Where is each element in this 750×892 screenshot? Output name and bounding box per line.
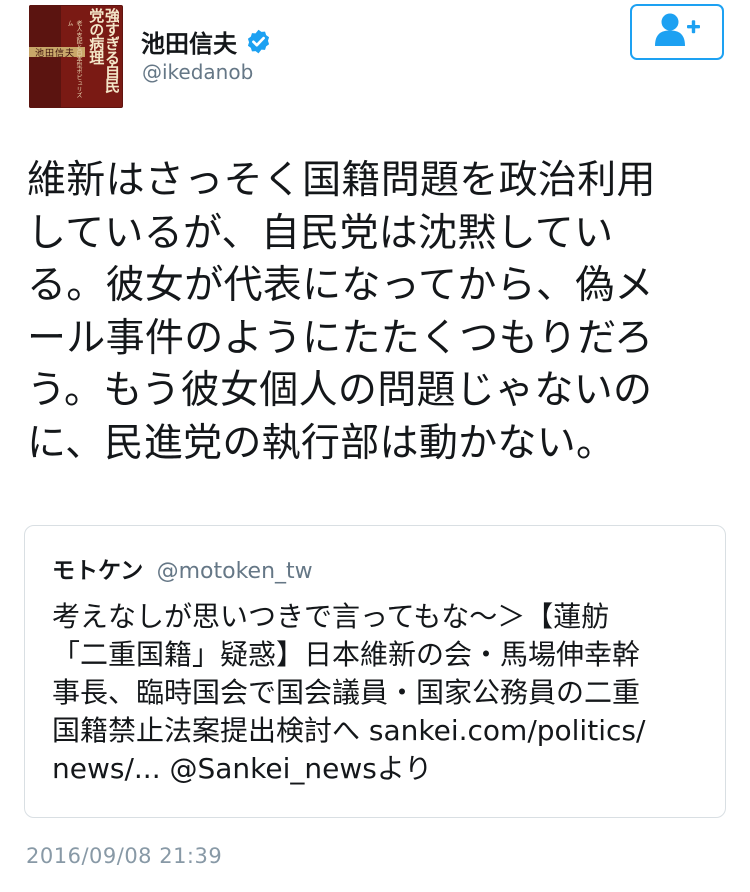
quoted-text-line: 国籍禁止法案提出検討へ sankei.com/politics/ — [52, 714, 646, 747]
quoted-tweet-text: 考えなしが思いつきで言ってもな～＞【蓮舫 「二重国籍」疑惑】日本維新の会・馬場伸… — [52, 598, 712, 788]
avatar-book-title: 強すぎる自民党の病理 — [87, 8, 120, 92]
tweet-text-line: しているが、自民党は沈黙してい — [27, 210, 614, 256]
profile-avatar[interactable]: 池田信夫 老人支配と日本型ポピュリズム 強すぎる自民党の病理 — [29, 5, 123, 108]
follow-button[interactable] — [630, 4, 724, 60]
tweet-text-line: る。彼女が代表になってから、偽メ — [27, 263, 654, 308]
user-handle[interactable]: @ikedanob — [142, 60, 253, 84]
verified-badge-icon — [245, 28, 272, 55]
tweet-text-line: 維新はさっそく国籍問題を政治利用 — [27, 158, 656, 203]
quoted-text-line: news/... @Sankei_newsより — [52, 752, 433, 785]
tweet-text-line: ール事件のようにたたくつもりだろ — [27, 315, 654, 361]
display-name[interactable]: 池田信夫 — [141, 24, 237, 59]
tweet-text-line: う。もう彼女個人の問題じゃないの — [27, 368, 653, 413]
quoted-user-handle: @motoken_tw — [156, 559, 313, 584]
quoted-text-line: 「二重国籍」疑惑】日本維新の会・馬場伸幸幹 — [52, 638, 641, 671]
quoted-tweet-card[interactable]: モトケン @motoken_tw 考えなしが思いつきで言ってもな～＞【蓮舫 「二… — [24, 525, 726, 818]
quoted-text-line: 考えなしが思いつきで言ってもな～＞【蓮舫 — [52, 600, 610, 633]
tweet-text: 維新はさっそく国籍問題を政治利用 しているが、自民党は沈黙してい る。彼女が代表… — [27, 155, 727, 470]
profile-name-row[interactable]: 池田信夫 — [141, 24, 272, 59]
tweet-timestamp[interactable]: 2016/09/08 21:39 — [26, 844, 222, 868]
tweet-text-line: に、民進党の執行部は動かない。 — [27, 420, 616, 466]
quoted-display-name: モトケン — [52, 558, 144, 584]
add-user-icon — [652, 11, 702, 53]
quoted-tweet-header: モトケン @motoken_tw — [52, 551, 313, 585]
quoted-text-line: 事長、臨時国会で国会議員・国家公務員の二重 — [52, 676, 641, 709]
avatar-book-subtitle: 老人支配と日本型ポピュリズム — [66, 20, 82, 98]
